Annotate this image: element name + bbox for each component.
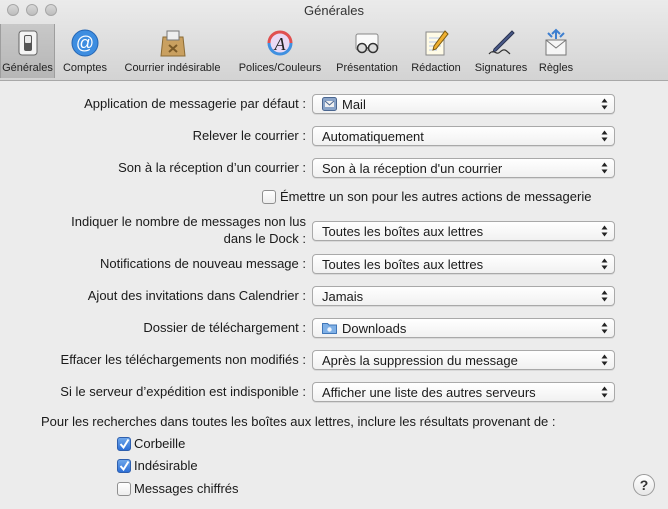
- title-bar: Générales: [0, 0, 668, 22]
- popup-value: Mail: [342, 97, 366, 112]
- default-app-label: Application de messagerie par défaut :: [84, 96, 306, 111]
- notifications-popup[interactable]: Toutes les boîtes aux lettres: [312, 254, 615, 274]
- calendar-invites-popup[interactable]: Jamais: [312, 286, 615, 306]
- remove-downloads-popup[interactable]: Après la suppression du message: [312, 350, 615, 370]
- tab-label: Règles: [538, 62, 574, 74]
- popup-value: Automatiquement: [322, 129, 424, 144]
- tab-label: Courrier indésirable: [124, 62, 221, 74]
- tab-presentation[interactable]: Présentation: [331, 24, 403, 78]
- help-button[interactable]: ?: [633, 474, 655, 496]
- dock-unread-popup[interactable]: Toutes les boîtes aux lettres: [312, 221, 615, 241]
- updown-arrows-icon: [601, 162, 608, 174]
- pen-signature-icon: [488, 30, 515, 55]
- at-sign-icon: @: [71, 29, 99, 57]
- tab-label: Générales: [2, 62, 53, 74]
- outgoing-unavailable-popup[interactable]: Afficher une liste des autres serveurs: [312, 382, 615, 402]
- tab-regles[interactable]: Règles: [534, 24, 578, 78]
- tab-redaction[interactable]: Rédaction: [406, 24, 466, 78]
- tab-signatures[interactable]: Signatures: [470, 24, 532, 78]
- popup-value: Jamais: [322, 289, 364, 304]
- junk-checkbox[interactable]: [117, 459, 131, 473]
- tab-label: Présentation: [336, 62, 398, 74]
- checkmark-icon: [119, 438, 130, 450]
- popup-value: Son à la réception d'un courrier: [322, 161, 503, 176]
- font-colors-icon: A: [267, 30, 293, 56]
- tab-generales[interactable]: Générales: [0, 24, 55, 78]
- notepad-pencil-icon: [425, 30, 449, 56]
- folder-icon: [322, 323, 337, 334]
- new-mail-sound-popup[interactable]: Son à la réception d'un courrier: [312, 158, 615, 178]
- rules-envelope-icon: [545, 28, 567, 56]
- new-mail-sound-label: Son à la réception d’un courrier :: [118, 160, 306, 175]
- outgoing-unavailable-label: Si le serveur d’expédition est indisponi…: [60, 384, 306, 399]
- tab-comptes[interactable]: @ Comptes: [58, 24, 112, 78]
- tab-label: Polices/Couleurs: [238, 62, 322, 74]
- dock-unread-label-line1: Indiquer le nombre de messages non lus: [71, 214, 306, 229]
- encrypted-messages-label: Messages chiffrés: [134, 481, 239, 496]
- search-include-label: Pour les recherches dans toutes les boît…: [41, 414, 556, 429]
- tab-polices-couleurs[interactable]: A Polices/Couleurs: [233, 24, 327, 78]
- tab-courrier-indesirable[interactable]: Courrier indésirable: [115, 24, 230, 78]
- svg-text:A: A: [274, 34, 287, 54]
- popup-value: Downloads: [342, 321, 407, 336]
- check-mail-popup[interactable]: Automatiquement: [312, 126, 615, 146]
- popup-value: Toutes les boîtes aux lettres: [322, 257, 484, 272]
- updown-arrows-icon: [601, 130, 608, 142]
- default-app-popup[interactable]: Mail: [312, 94, 615, 114]
- checkmark-icon: [119, 460, 130, 472]
- popup-value: Toutes les boîtes aux lettres: [322, 224, 484, 239]
- calendar-invites-label: Ajout des invitations dans Calendrier :: [87, 288, 306, 303]
- popup-value: Afficher une liste des autres serveurs: [322, 385, 536, 400]
- download-folder-label: Dossier de téléchargement :: [143, 320, 306, 335]
- download-folder-popup[interactable]: Downloads: [312, 318, 615, 338]
- notifications-label: Notifications de nouveau message :: [100, 256, 306, 271]
- window-title: Générales: [304, 3, 364, 18]
- updown-arrows-icon: [601, 322, 608, 334]
- glasses-icon: [355, 33, 379, 54]
- trash-checkbox[interactable]: [117, 437, 131, 451]
- tab-label: Rédaction: [411, 62, 461, 74]
- svg-text:@: @: [76, 33, 94, 53]
- updown-arrows-icon: [601, 290, 608, 302]
- encrypted-messages-checkbox[interactable]: [117, 482, 131, 496]
- updown-arrows-icon: [601, 98, 608, 110]
- other-sounds-label: Émettre un son pour les autres actions d…: [280, 189, 592, 204]
- junk-mail-bag-icon: [159, 30, 186, 57]
- tab-label: Comptes: [62, 62, 108, 74]
- updown-arrows-icon: [601, 258, 608, 270]
- window-chrome: Générales Générales @ Comptes Courrier i…: [0, 0, 668, 81]
- tab-label: Signatures: [474, 62, 528, 74]
- other-sounds-checkbox[interactable]: [262, 190, 276, 204]
- updown-arrows-icon: [601, 354, 608, 366]
- updown-arrows-icon: [601, 386, 608, 398]
- trash-label: Corbeille: [134, 436, 186, 451]
- dock-unread-label-line2: dans le Dock :: [223, 231, 306, 246]
- updown-arrows-icon: [601, 225, 608, 237]
- popup-value: Après la suppression du message: [322, 353, 518, 368]
- check-mail-label: Relever le courrier :: [192, 128, 306, 143]
- mail-app-icon: [322, 97, 337, 111]
- junk-label: Indésirable: [134, 458, 198, 473]
- switch-icon: [18, 30, 37, 56]
- remove-downloads-label: Effacer les téléchargements non modifiés…: [60, 352, 306, 367]
